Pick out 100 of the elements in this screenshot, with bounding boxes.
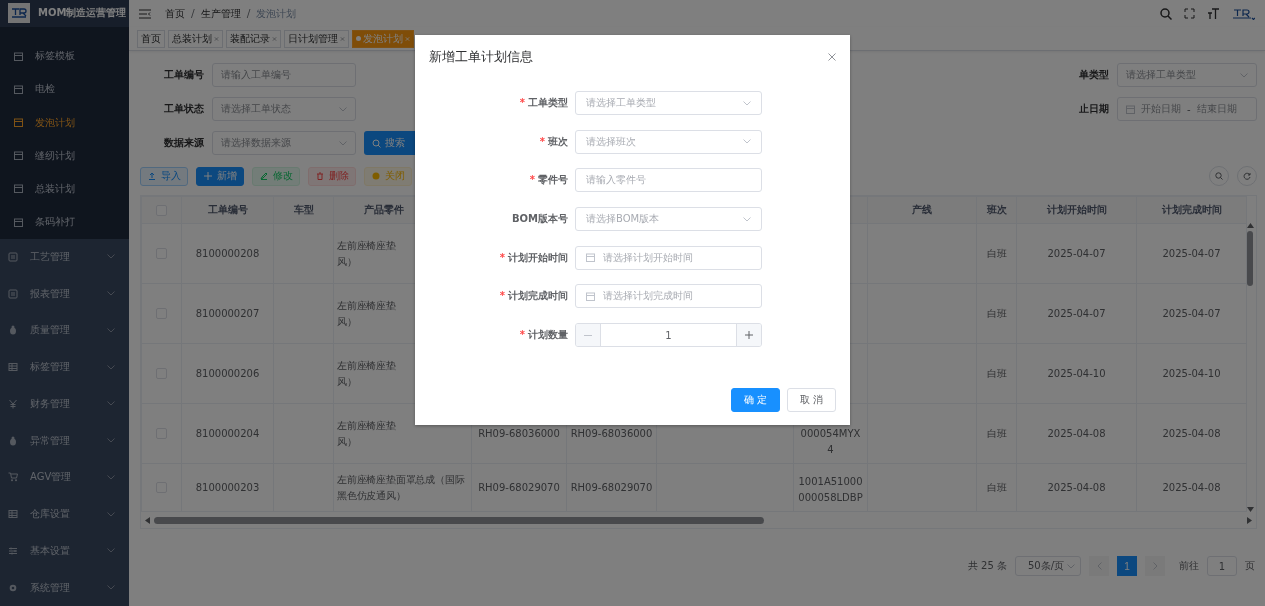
minus-button[interactable] — [576, 324, 600, 347]
number-field[interactable]: 1 — [575, 323, 762, 348]
chevron-down-icon — [107, 511, 115, 517]
cell-text: 000054MYX — [799, 427, 862, 441]
confirm-button[interactable]: 确 定 — [731, 388, 780, 412]
field-label: * 工单类型 — [518, 96, 568, 110]
search-icon — [1215, 172, 1223, 180]
dialog-title: 新增工单计划信息 — [429, 48, 533, 66]
search-icon — [372, 138, 381, 148]
add-button[interactable]: 新增 — [196, 166, 244, 186]
chevron-down-icon — [107, 364, 115, 370]
scroll-right-icon[interactable] — [1247, 516, 1252, 524]
close-icon[interactable] — [214, 35, 219, 42]
sidebar-item[interactable]: 标签模板 — [0, 39, 129, 73]
search-button[interactable] — [1209, 166, 1229, 186]
search-icon[interactable] — [1160, 7, 1172, 20]
table-cell: RH09-68036000 — [478, 427, 560, 439]
table-cell: 2025-04-07 — [1162, 247, 1221, 259]
plus-icon — [203, 172, 212, 180]
column-header: 计划完成时间 — [1136, 196, 1247, 224]
document-icon — [8, 251, 18, 262]
refresh-button[interactable] — [1237, 166, 1257, 186]
goto-label: 前往 — [1179, 559, 1199, 573]
circle-icon — [371, 172, 380, 180]
cell-text: 风） — [337, 374, 358, 389]
scrollbar-thumb[interactable] — [154, 516, 764, 524]
chevron-down-icon — [743, 139, 751, 145]
page-size-select[interactable]: 50条/页 — [1015, 556, 1081, 576]
page-number[interactable]: 1 — [1117, 556, 1137, 576]
close-button[interactable]: 关闭 — [364, 166, 412, 186]
chevron-down-icon — [107, 291, 115, 297]
table-cell: 8100000207 — [195, 307, 260, 319]
select-field[interactable]: 请选择班次 — [575, 129, 762, 154]
cancel-button[interactable]: 取 消 — [787, 388, 836, 412]
sidebar-item[interactable]: 总装计划 — [0, 172, 129, 206]
select-field[interactable]: 请选择工单类型 — [575, 91, 762, 115]
sidebar-item[interactable]: 缝纫计划 — [0, 139, 129, 173]
field-label: * 计划完成时间 — [498, 289, 568, 304]
breadcrumb-item[interactable]: 生产管理 — [200, 6, 241, 21]
logo-icon — [11, 8, 27, 19]
sidebar-item[interactable]: 电检 — [0, 72, 129, 106]
filter-label: 数据来源 — [163, 136, 204, 150]
chevron-down-icon — [107, 401, 115, 407]
sidebar-item[interactable]: 发泡计划 — [0, 105, 129, 140]
table-cell: 白班 — [986, 367, 1007, 379]
import-button[interactable]: 导入 — [140, 166, 188, 186]
scroll-left-icon[interactable] — [145, 516, 150, 524]
font-size-icon[interactable] — [1207, 8, 1219, 19]
tab[interactable]: 发泡计划 — [352, 29, 414, 48]
breadcrumb-item: 发泡计划 — [256, 6, 297, 21]
tab[interactable]: 装配记录 — [226, 29, 281, 48]
calendar-icon — [14, 184, 23, 194]
breadcrumb-item[interactable]: 首页 — [165, 6, 185, 21]
calendar-icon — [14, 118, 23, 127]
delete-button[interactable]: 删除 — [308, 166, 356, 186]
calendar-icon — [14, 51, 23, 61]
input-field[interactable]: 请输入零件号 — [575, 168, 762, 193]
table-cell: 白班 — [986, 481, 1007, 493]
avatar-logo-icon[interactable] — [1231, 7, 1255, 20]
table-cell: 2025-04-08 — [1047, 427, 1106, 439]
field-label: BOM版本号 — [510, 212, 568, 227]
edit-button[interactable]: 修改 — [252, 166, 300, 186]
date-field[interactable]: 请选择计划开始时间 — [575, 245, 762, 270]
chevron-down-icon — [1240, 72, 1248, 78]
calendar-icon — [586, 291, 595, 301]
select-field[interactable]: 请选择BOM版本 — [575, 207, 762, 232]
date-field[interactable]: 请选择计划完成时间 — [575, 284, 762, 309]
close-icon[interactable] — [272, 35, 277, 42]
table-cell: 2025-04-08 — [1162, 481, 1221, 493]
yen-icon — [8, 398, 18, 409]
table-cell: 2025-04-07 — [1047, 307, 1106, 319]
tab[interactable]: 首页 — [137, 29, 165, 48]
table-cell: 2025-04-07 — [1162, 307, 1221, 319]
pencil-icon — [259, 172, 268, 180]
scrollbar-thumb[interactable] — [1247, 231, 1253, 286]
search-button[interactable]: 搜索 — [364, 131, 418, 155]
tab[interactable]: 总装计划 — [168, 29, 223, 48]
page-input[interactable]: 1 — [1207, 556, 1237, 576]
plus-button[interactable] — [737, 324, 761, 347]
table-cell: 2025-04-07 — [1047, 247, 1106, 259]
scroll-down-icon[interactable] — [1246, 507, 1254, 512]
close-icon[interactable] — [828, 53, 836, 61]
table-cell: 8100000203 — [195, 481, 260, 493]
close-icon[interactable] — [340, 35, 345, 42]
cell-text: 4 — [826, 442, 835, 457]
table-cell: RH09-68036000 — [570, 427, 653, 439]
refresh-icon — [1243, 172, 1251, 180]
field-label: * 计划开始时间 — [498, 250, 568, 265]
scroll-up-icon[interactable] — [1246, 223, 1254, 228]
table-cell: 2025-04-10 — [1162, 367, 1221, 379]
tab[interactable]: 日计划管理 — [284, 29, 349, 48]
filter-label: 工单状态 — [163, 102, 204, 116]
fullscreen-icon[interactable] — [1184, 8, 1195, 19]
cell-text: 左前座椅座垫 — [337, 419, 397, 433]
table-cell: 8100000204 — [195, 427, 260, 439]
settings-icon — [8, 582, 18, 593]
cart-icon — [8, 472, 18, 483]
bug-icon — [8, 325, 18, 336]
sidebar-item[interactable]: 条码补打 — [0, 205, 129, 239]
menu-icon[interactable] — [139, 8, 151, 19]
